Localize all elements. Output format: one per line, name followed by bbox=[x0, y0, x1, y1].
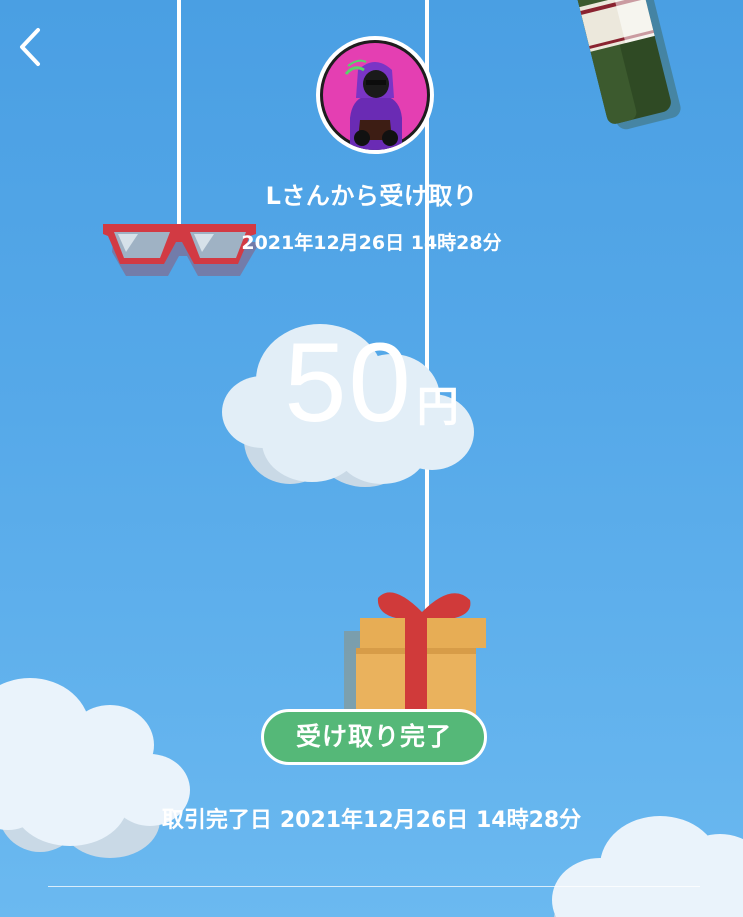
divider bbox=[48, 886, 700, 887]
completed-label: 取引完了日 bbox=[161, 808, 272, 833]
bottle-decoration bbox=[571, 0, 681, 130]
completed-date-row: 取引完了日 2021年12月26日 14時28分 bbox=[0, 802, 743, 834]
receipt-screen: Lさんから受け取り 2021年12月26日 14時28分 50円 受け取り完了 … bbox=[0, 0, 743, 917]
amount-unit: 円 bbox=[416, 382, 459, 431]
status-badge: 受け取り完了 bbox=[261, 709, 487, 765]
avatar bbox=[316, 36, 434, 154]
chevron-left-icon bbox=[20, 28, 40, 66]
received-datetime: 2021年12月26日 14時28分 bbox=[241, 232, 502, 254]
avatar-image bbox=[320, 40, 430, 150]
back-button[interactable] bbox=[14, 26, 54, 70]
sender-title: Lさんから受け取り bbox=[265, 182, 478, 210]
amount-display: 50円 bbox=[0, 318, 743, 447]
amount-value: 50 bbox=[284, 320, 413, 445]
completed-datetime: 2021年12月26日 14時28分 bbox=[279, 808, 582, 833]
